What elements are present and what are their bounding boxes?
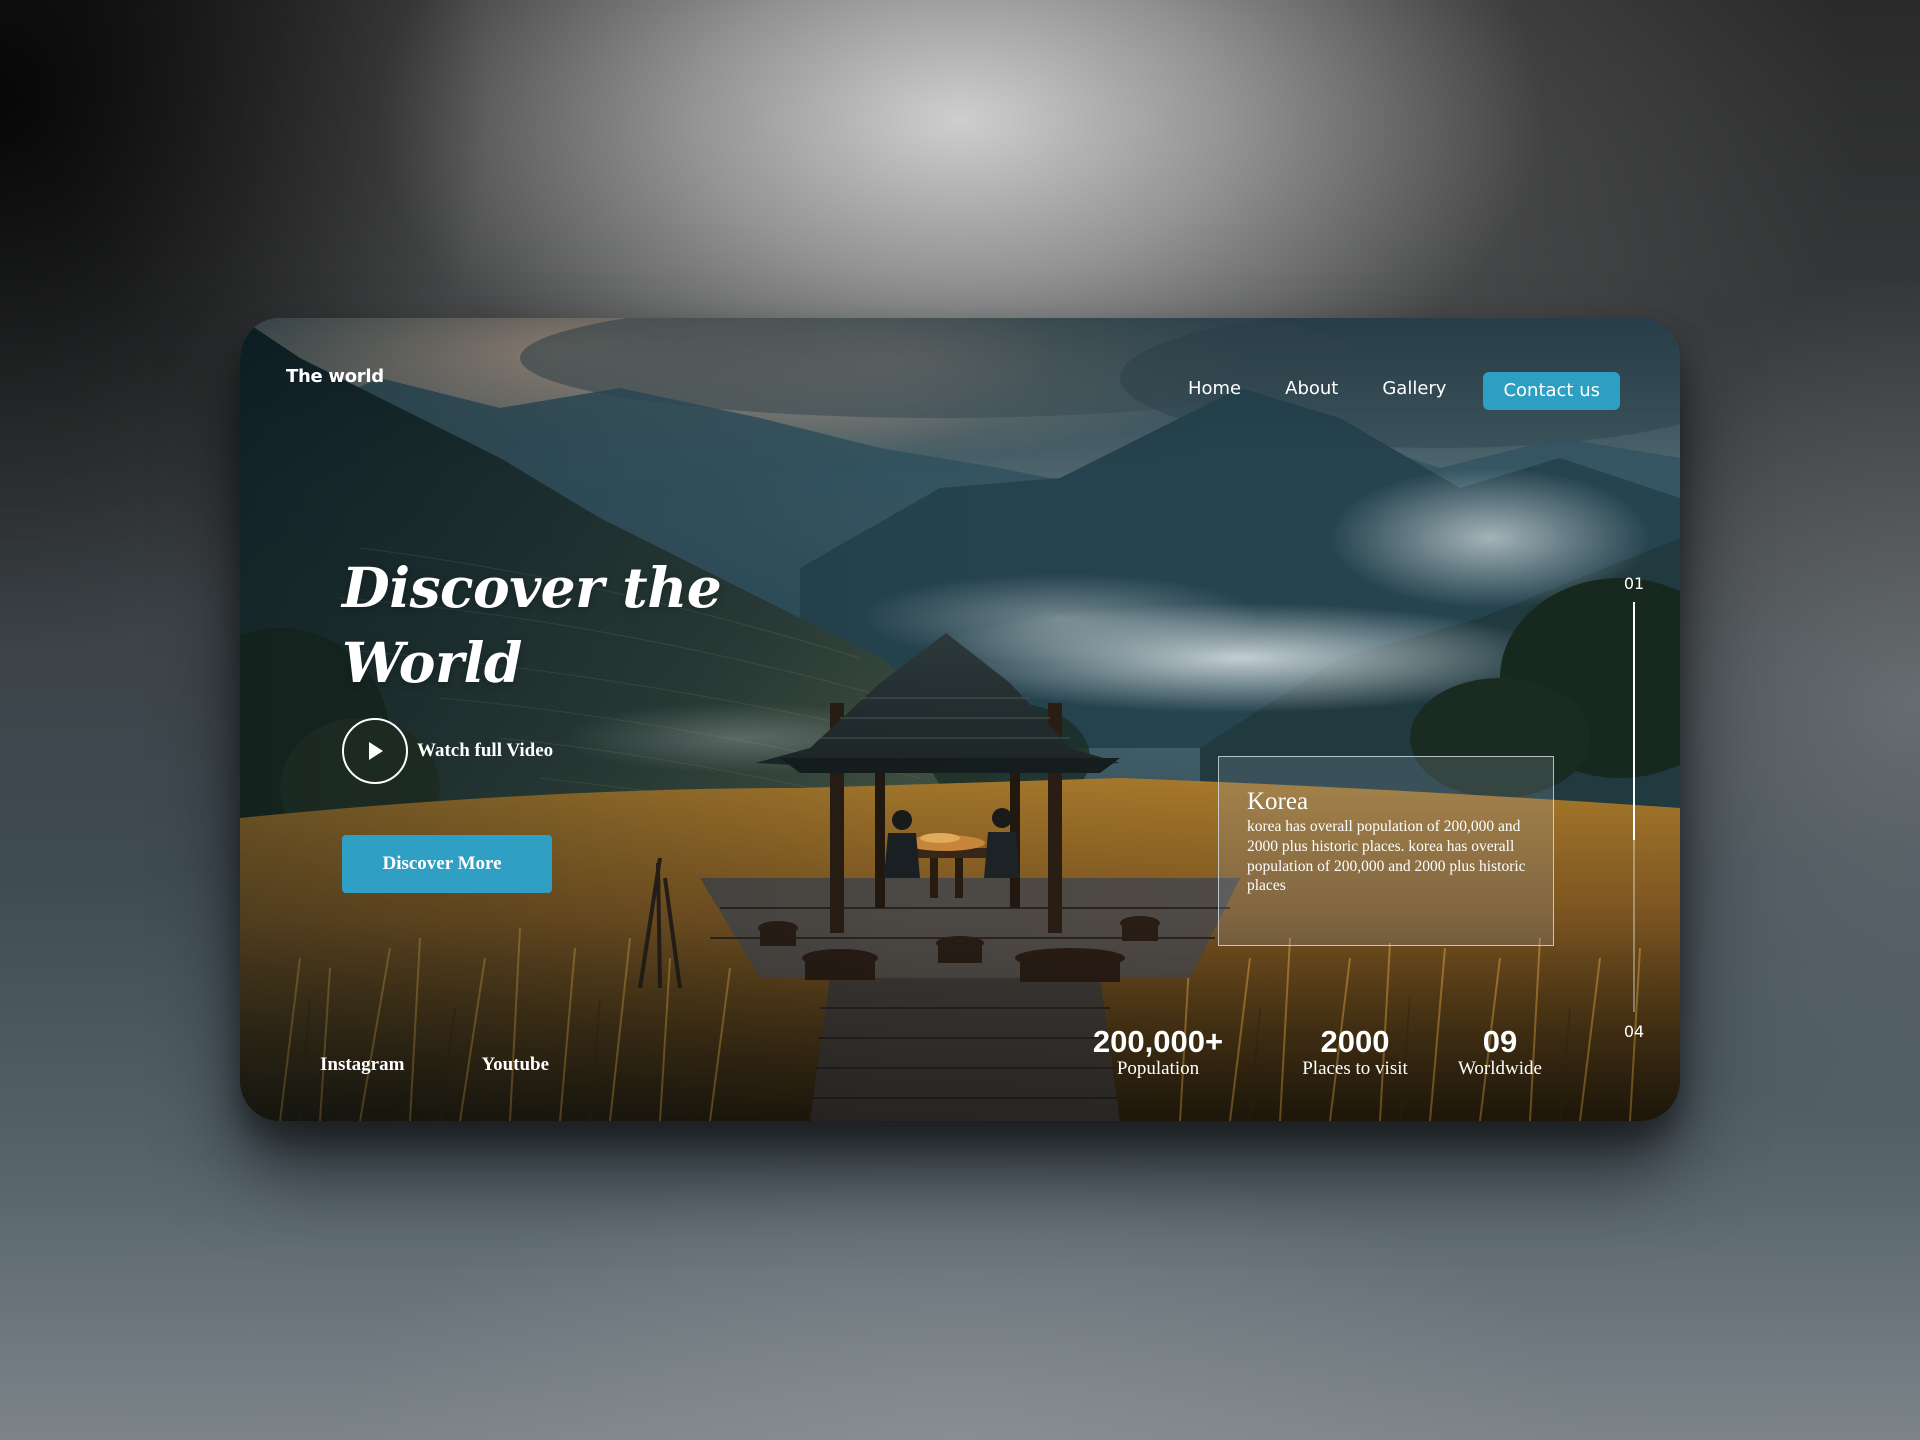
stat-value: 09 [1482,1024,1518,1059]
hero-title: Discover the World [342,550,722,700]
hero-card: The world Home About Gallery Contact us … [240,318,1680,1121]
watch-video-label[interactable]: Watch full Video [417,740,553,762]
slide-start-number: 01 [1623,574,1645,593]
slide-progress [1633,602,1635,840]
play-button[interactable] [342,718,408,784]
stat-places: 2000 Places to visit [1280,1026,1430,1080]
hero-title-line-1: Discover the [342,555,722,620]
info-card-title: Korea [1247,788,1309,815]
stat-worldwide: 09 Worldwide [1445,1026,1555,1080]
info-card-text: korea has overall population of 200,000 … [1247,818,1526,895]
hero-title-line-2: World [342,630,522,695]
stat-population: 200,000+ Population [1088,1026,1228,1080]
stat-label: Worldwide [1458,1058,1542,1079]
destination-info-card: Korea korea has overall population of 20… [1218,756,1554,946]
stats-row: 200,000+ Population 2000 Places to visit… [240,1026,1680,1096]
watch-video-link[interactable]: Watch full Video [342,718,553,784]
brand-logo[interactable]: The world [286,366,384,387]
play-icon [369,742,383,760]
stat-value: 2000 [1320,1024,1390,1059]
stat-label: Population [1116,1058,1200,1079]
nav-home-link[interactable]: Home [1188,378,1241,399]
nav-gallery-link[interactable]: Gallery [1382,378,1446,399]
slide-track[interactable] [1633,602,1635,1012]
discover-more-button[interactable]: Discover More [342,835,552,893]
stat-value: 200,000+ [1092,1024,1224,1059]
slide-indicator[interactable]: 01 04 [1619,574,1659,1044]
main-nav: Home About Gallery Contact us [1188,366,1620,410]
stat-label: Places to visit [1302,1058,1408,1079]
nav-about-link[interactable]: About [1285,378,1338,399]
contact-us-button[interactable]: Contact us [1483,372,1620,410]
